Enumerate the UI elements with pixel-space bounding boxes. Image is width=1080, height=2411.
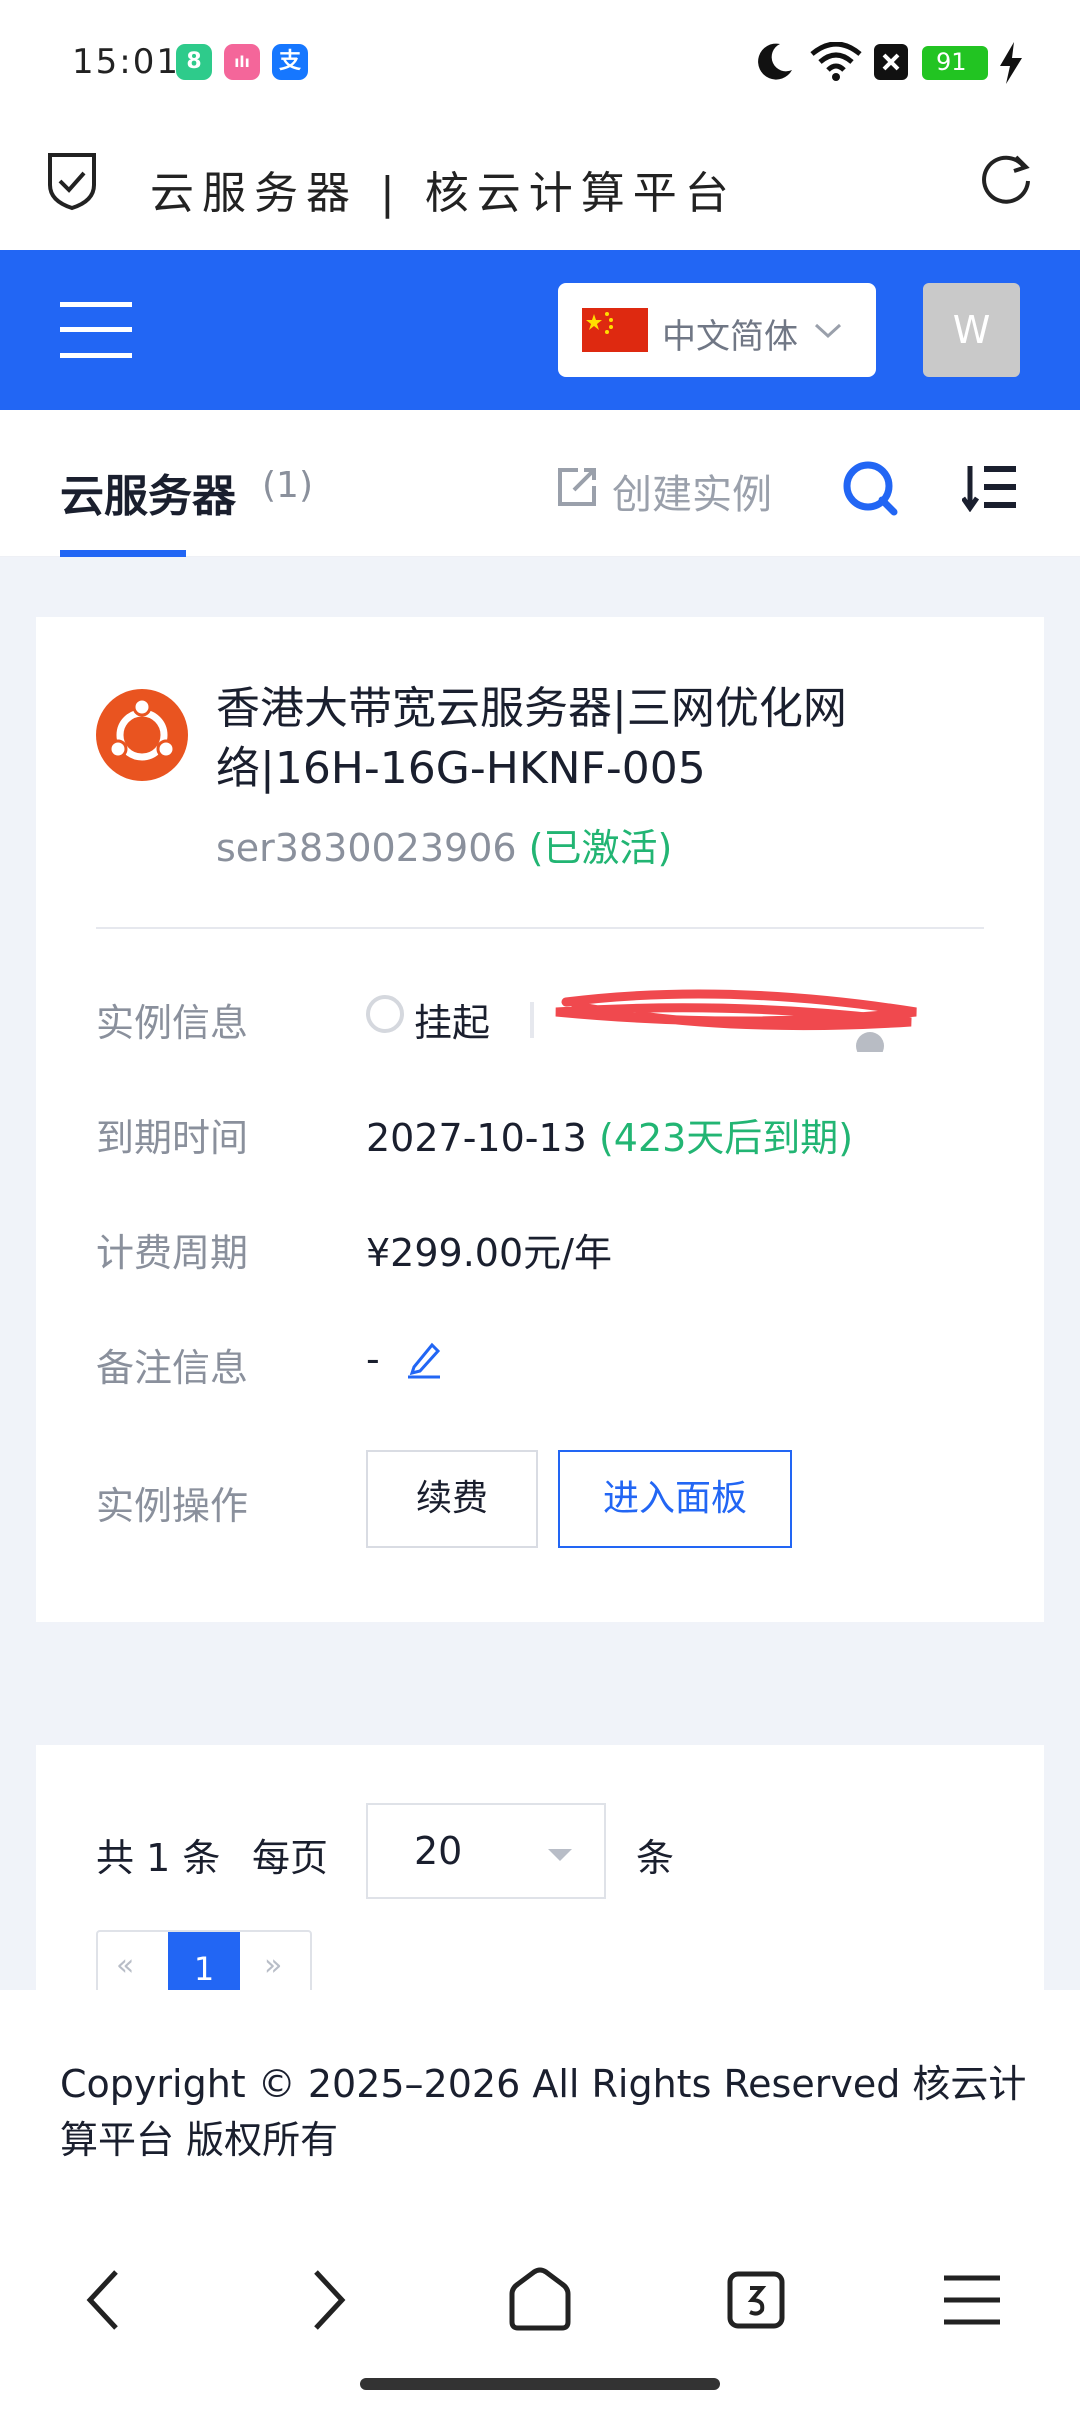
edit-pencil-icon[interactable]: [406, 1339, 442, 1379]
reload-icon[interactable]: [978, 151, 1034, 207]
expiry-remaining: (423天后到期): [598, 1116, 854, 1160]
tab-cloud-servers[interactable]: 云服务器: [60, 460, 236, 524]
server-id-text: ser3830023906: [216, 826, 517, 870]
create-instance-icon[interactable]: [556, 466, 598, 508]
pagination-card: 共 1 条 每页 20 条 « 1 »: [36, 1745, 1044, 1990]
site-footer: Copyright © 2025–2026 All Rights Reserve…: [0, 1990, 1080, 2190]
create-instance-button[interactable]: 创建实例: [612, 462, 772, 520]
expiry-value: 2027-10-13 (423天后到期): [366, 1107, 853, 1162]
tab-count: (1): [262, 465, 313, 506]
instance-status-dot: [366, 995, 404, 1033]
renew-button[interactable]: 续费: [366, 1450, 538, 1548]
expiry-date: 2027-10-13: [366, 1116, 587, 1160]
user-avatar[interactable]: W: [923, 283, 1020, 377]
tab-bar: 云服务器 (1) 创建实例: [0, 410, 1080, 557]
home-indicator[interactable]: [360, 2378, 720, 2390]
alipay-app-icon: 支: [272, 44, 308, 80]
card-divider: [96, 927, 984, 929]
server-card: 香港大带宽云服务器|三网优化网络|16H-16G-HKNF-005 ser383…: [36, 617, 1044, 1622]
home-icon[interactable]: [500, 2260, 580, 2340]
remark-value: -: [366, 1337, 380, 1381]
page-size-value: 20: [414, 1829, 463, 1873]
ubuntu-logo-icon: [96, 689, 188, 781]
browser-bottom-nav: [0, 2190, 1080, 2411]
server-name[interactable]: 香港大带宽云服务器|三网优化网络|16H-16G-HKNF-005: [216, 679, 976, 799]
china-flag-icon: [582, 308, 648, 352]
tab-active-indicator: [60, 550, 186, 557]
back-icon[interactable]: [68, 2260, 148, 2340]
battery-level: 91: [936, 48, 967, 76]
instance-status-text: 挂起: [414, 1001, 491, 1045]
charging-bolt-icon: [1000, 42, 1022, 84]
status-time: 15:01: [72, 42, 180, 82]
copyright-text: Copyright © 2025–2026 All Rights Reserve…: [60, 2062, 1027, 2162]
server-status-badge: (已激活): [528, 826, 673, 870]
search-icon[interactable]: [842, 460, 898, 516]
sort-list-icon[interactable]: [962, 464, 1016, 512]
expiry-label: 到期时间: [96, 1116, 249, 1160]
instance-info-label: 实例信息: [96, 1001, 249, 1045]
notification-x-icon: [874, 44, 908, 80]
status-bar: 15:01 8 ılı 支 91: [0, 0, 1080, 125]
more-menu-icon[interactable]: [932, 2260, 1012, 2340]
shield-check-icon[interactable]: [44, 151, 100, 211]
next-page-button[interactable]: »: [264, 1948, 282, 1983]
billing-label: 计费周期: [96, 1231, 249, 1275]
calculator-app-icon: 8: [176, 44, 212, 80]
remark-label: 备注信息: [96, 1346, 249, 1390]
forward-icon[interactable]: [284, 2260, 364, 2340]
browser-bar: 云服务器 | 核云计算平台: [0, 125, 1080, 250]
server-id: ser3830023906 (已激活): [216, 817, 672, 872]
pagination-unit: 条: [636, 1836, 675, 1880]
caret-down-icon: [548, 1849, 572, 1861]
page-size-select[interactable]: 20: [366, 1803, 606, 1899]
battery-icon: 91: [922, 46, 988, 80]
language-select[interactable]: 中文简体: [558, 283, 876, 377]
language-label: 中文简体: [662, 317, 798, 357]
menu-icon[interactable]: [60, 300, 132, 360]
page-button-current[interactable]: 1: [168, 1932, 240, 1990]
site-header: 中文简体 W: [0, 250, 1080, 410]
page-navigation: « 1 »: [96, 1930, 312, 1990]
billing-value: ¥299.00元/年: [366, 1231, 612, 1275]
wifi-icon: [810, 42, 862, 81]
redaction-scribble: [555, 989, 917, 1052]
tabs-icon[interactable]: [716, 2260, 796, 2340]
pagination-total: 共 1 条: [96, 1836, 221, 1880]
moon-icon: [758, 43, 792, 80]
pagination-per-page-label: 每页: [252, 1836, 329, 1880]
bilibili-app-icon: ılı: [224, 44, 260, 80]
browser-page-title: 云服务器 | 核云计算平台: [150, 168, 737, 219]
prev-page-button[interactable]: «: [116, 1948, 134, 1983]
actions-label: 实例操作: [96, 1484, 249, 1528]
chevron-down-icon: [814, 323, 842, 339]
enter-panel-button[interactable]: 进入面板: [558, 1450, 792, 1548]
